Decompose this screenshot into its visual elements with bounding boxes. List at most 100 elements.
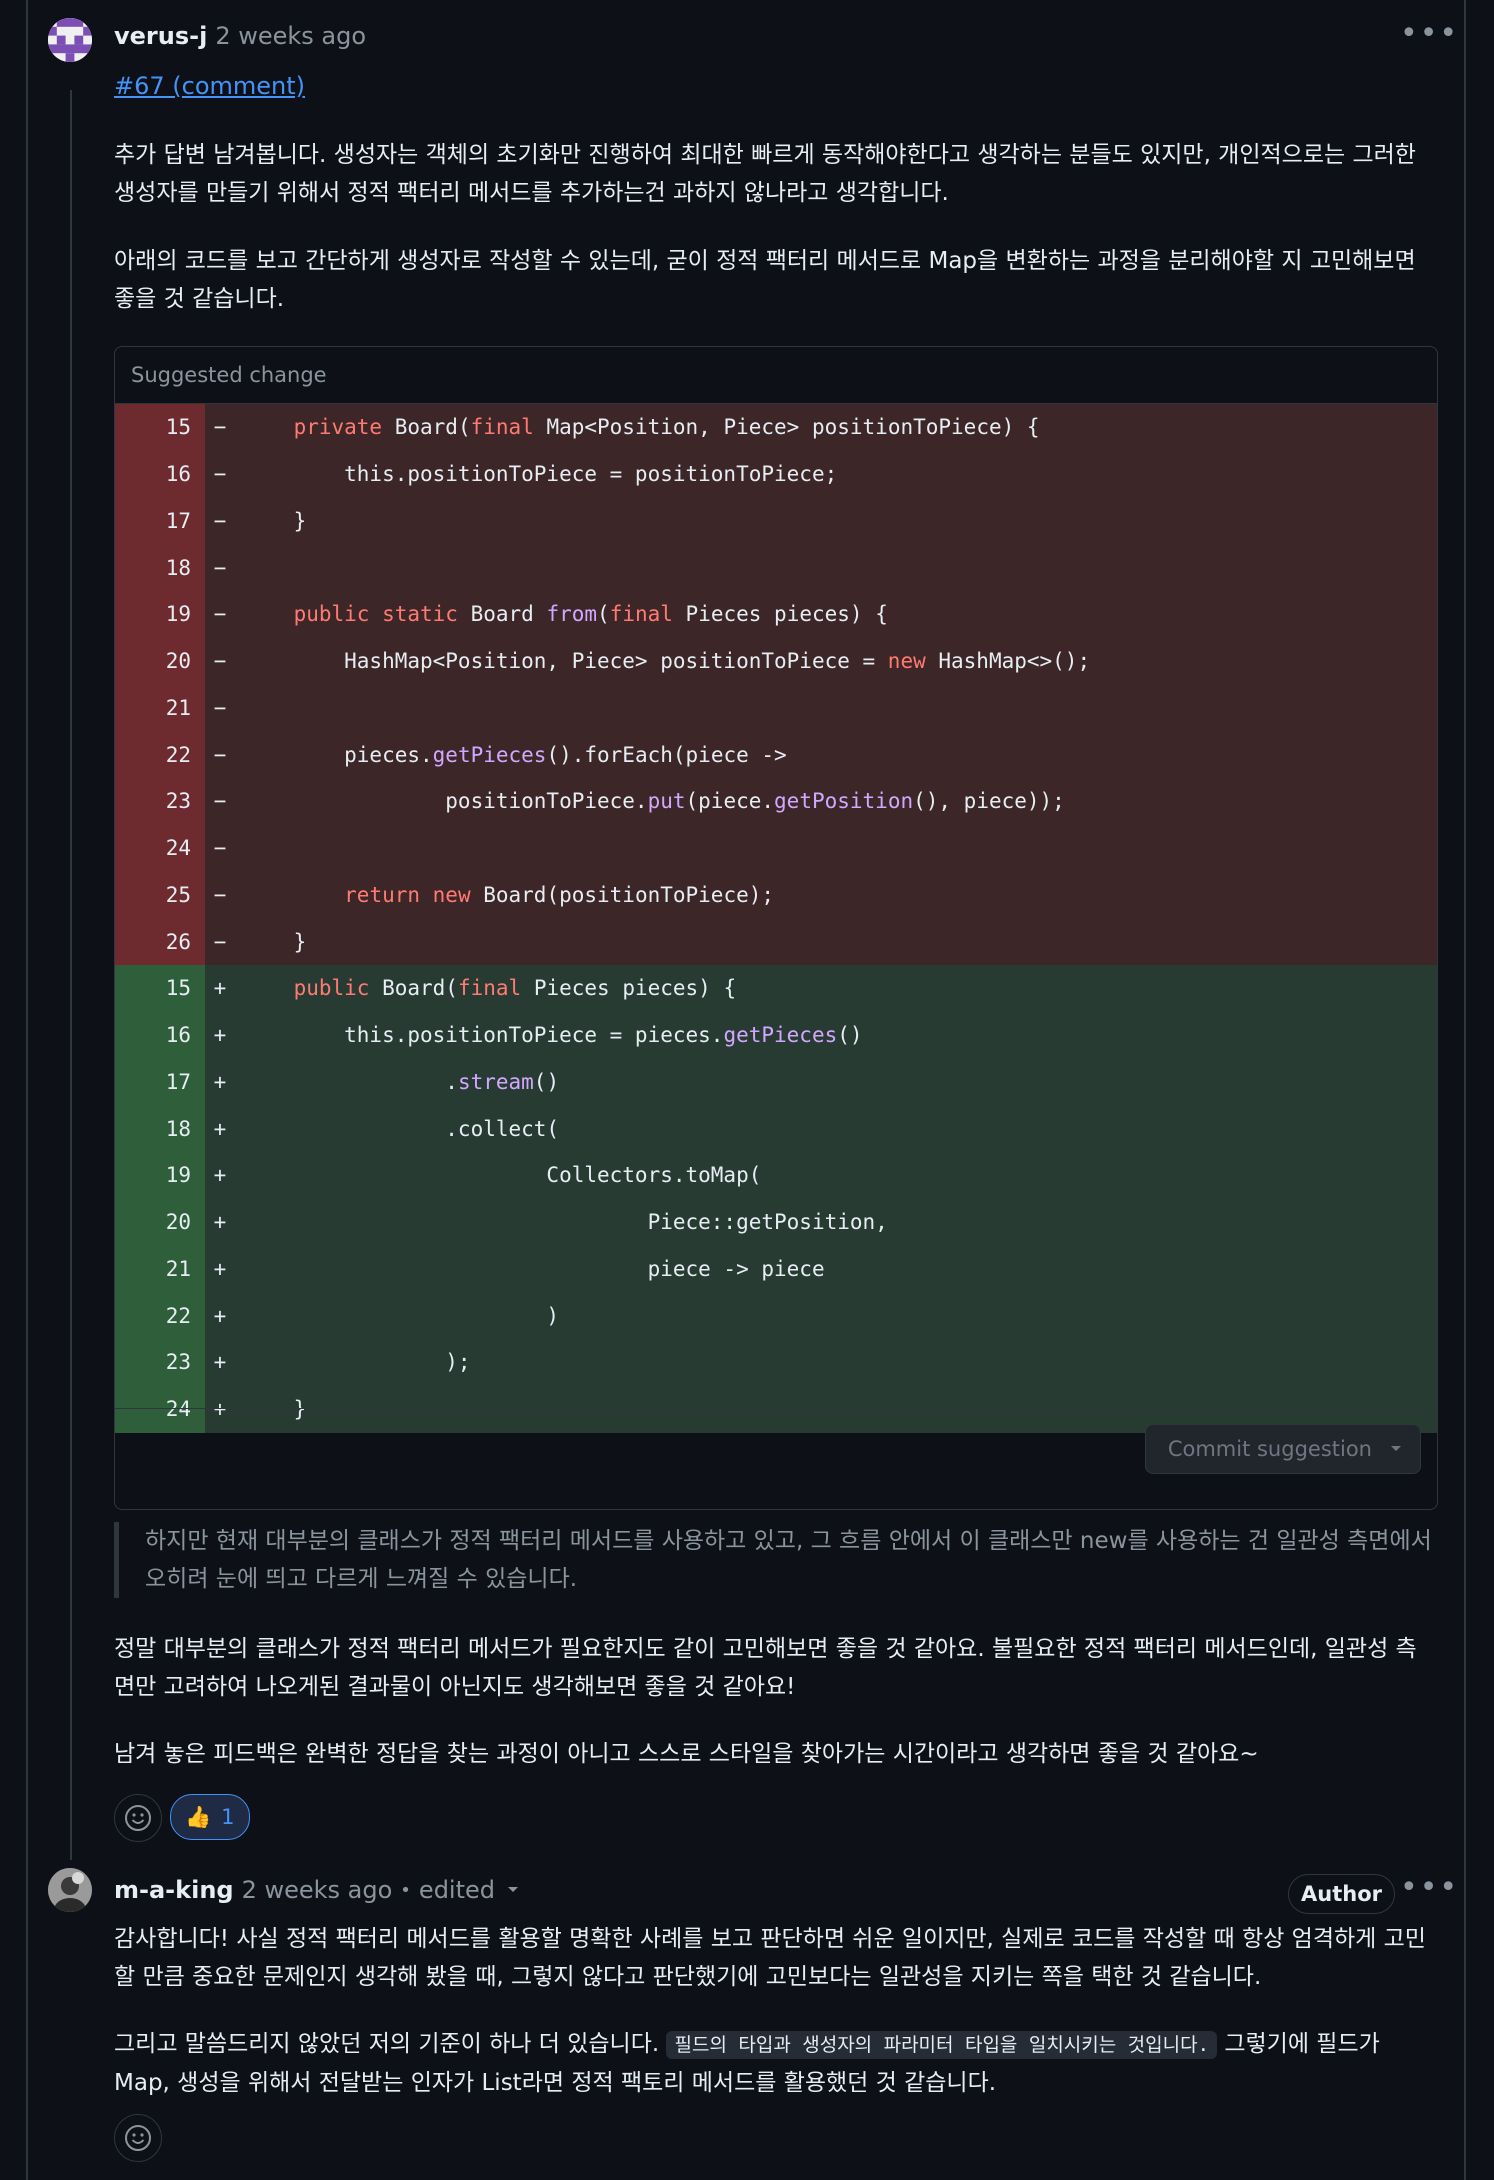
diff-sign: − — [213, 555, 227, 580]
diff-sign: − — [213, 742, 227, 767]
comment-paragraph: 감사합니다! 사실 정적 팩터리 메서드를 활용할 명확한 사례를 보고 판단하… — [114, 1926, 1426, 1990]
code-token: } — [243, 929, 307, 954]
separator-dot: • — [400, 1879, 411, 1901]
comment-paragraph: 아래의 코드를 보고 간단하게 생성자로 작성할 수 있는데, 굳이 정적 팩터… — [114, 248, 1416, 312]
inline-code: 필드의 타입과 생성자의 파라미터 타입을 일치시키는 것입니다. — [666, 2031, 1218, 2059]
line-number: 18 — [115, 1105, 205, 1152]
code-token: new — [887, 649, 939, 674]
line-number: 21 — [115, 1245, 205, 1293]
commit-bar: Commit suggestion — [115, 1408, 1437, 1509]
code-token: ); — [243, 1350, 471, 1375]
add-reaction-button[interactable] — [114, 2114, 162, 2162]
thumbs-up-reaction[interactable]: 👍 1 — [170, 1794, 250, 1840]
line-number: 19 — [115, 1152, 205, 1199]
code-text: this.positionToPiece = positionToPiece; — [235, 462, 837, 486]
kebab-icon[interactable]: ••• — [1400, 1870, 1459, 1905]
diff-line-removed: 25− return new Board(positionToPiece); — [115, 871, 1437, 919]
avatar-photo-icon — [48, 1868, 92, 1912]
code-token: .collect( — [243, 1116, 560, 1141]
line-number: 23 — [115, 778, 205, 825]
diff-line-added: 18 + .collect( — [115, 1105, 1437, 1152]
code-token: getPosition — [774, 789, 914, 814]
code-token: final — [470, 415, 547, 440]
caret-down-icon[interactable] — [507, 1886, 519, 1894]
code-text: ); — [235, 1350, 471, 1375]
code-token: Collectors.toMap( — [243, 1163, 762, 1188]
line-number: 22 — [115, 1292, 205, 1339]
commit-suggestion-label: Commit suggestion — [1167, 1437, 1372, 1461]
code-token: ( — [597, 602, 610, 627]
line-number: 24 — [115, 824, 205, 872]
edited-label[interactable]: edited — [419, 1876, 495, 1904]
line-number: 15 — [115, 404, 205, 451]
code-diff: 15− private Board(final Map<Position, Pi… — [115, 404, 1437, 1433]
diff-sign: + — [213, 1116, 227, 1141]
diff-line-added: 21 + piece -> piece — [115, 1245, 1437, 1293]
diff-sign: − — [213, 462, 227, 487]
diff-sign: + — [213, 1163, 227, 1188]
diff-sign: − — [213, 882, 227, 907]
diff-line-removed: 24− — [115, 824, 1437, 872]
line-number: 19 — [115, 591, 205, 638]
add-reaction-button[interactable] — [114, 1794, 162, 1842]
thread-line — [70, 90, 72, 1860]
line-number: 22 — [115, 731, 205, 778]
timestamp[interactable]: 2 weeks ago — [215, 22, 366, 50]
diff-sign: − — [213, 695, 227, 720]
comment-paragraph: 정말 대부분의 클래스가 정적 팩터리 메서드가 필요한지도 같이 고민해보면 … — [114, 1636, 1417, 1700]
thumbs-up-icon: 👍 — [185, 1804, 212, 1829]
code-text: pieces.getPieces().forEach(piece -> — [235, 743, 787, 767]
line-number: 16 — [115, 450, 205, 498]
code-token: public static — [293, 602, 471, 627]
avatar-verus-j[interactable] — [48, 18, 92, 62]
code-text: Collectors.toMap( — [235, 1163, 761, 1187]
commit-suggestion-button[interactable]: Commit suggestion — [1144, 1424, 1421, 1474]
diff-sign: + — [213, 1256, 227, 1281]
code-text: private Board(final Map<Position, Piece>… — [235, 415, 1040, 439]
diff-sign: + — [213, 976, 227, 1001]
author-name[interactable]: verus-j — [114, 22, 207, 50]
diff-line-added: 17 + .stream() — [115, 1058, 1437, 1106]
code-token: stream — [457, 1069, 534, 1094]
comment-paragraph: 추가 답변 남겨봅니다. 생성자는 객체의 초기화만 진행하여 최대한 빠르게 … — [114, 142, 1416, 206]
code-token: Map<Position, Piece> positionToPiece) { — [546, 415, 1040, 440]
diff-line-removed: 19− public static Board from(final Piece… — [115, 591, 1437, 638]
code-token: () — [533, 1069, 560, 1094]
comment-link[interactable]: #67 (comment) — [114, 72, 305, 100]
diff-sign: − — [213, 789, 227, 814]
code-text: ) — [235, 1304, 559, 1328]
diff-sign: − — [213, 649, 227, 674]
code-token: Pieces pieces) { — [533, 976, 737, 1001]
diff-sign: − — [213, 836, 227, 861]
timestamp[interactable]: 2 weeks ago — [242, 1876, 393, 1904]
paragraph-text: 그리고 말씀드리지 않았던 저의 기준이 하나 더 있습니다. — [114, 2031, 667, 2057]
kebab-icon[interactable]: ••• — [1400, 16, 1459, 51]
code-token: positionToPiece. — [243, 789, 648, 814]
diff-line-removed: 23− positionToPiece.put(piece.getPositio… — [115, 778, 1437, 825]
quote-block: 하지만 현재 대부분의 클래스가 정적 팩터리 메서드를 사용하고 있고, 그 … — [114, 1522, 1434, 1598]
diff-sign: − — [213, 929, 227, 954]
code-token: ) — [243, 1303, 560, 1328]
diff-line-removed: 26− } — [115, 918, 1437, 965]
diff-line-added: 16 + this.positionToPiece = pieces.getPie… — [115, 1011, 1437, 1059]
author-name[interactable]: m-a-king — [114, 1876, 234, 1904]
code-token: Piece::getPosition, — [243, 1210, 888, 1235]
diff-line-removed: 18− — [115, 544, 1437, 591]
code-text: piece -> piece — [235, 1257, 825, 1281]
code-text: public Board(final Pieces pieces) { — [235, 976, 737, 1001]
diff-sign: + — [213, 1210, 227, 1235]
code-token: this.positionToPiece = pieces. — [243, 1023, 724, 1048]
code-token: ().forEach(piece -> — [546, 742, 787, 767]
code-text: Piece::getPosition, — [235, 1210, 888, 1234]
code-token: () — [837, 1023, 863, 1048]
line-number: 17 — [115, 497, 205, 545]
code-token: return new — [344, 882, 484, 907]
comment-paragraph: 그리고 말씀드리지 않았던 저의 기준이 하나 더 있습니다. 필드의 타입과 … — [114, 2025, 1434, 2102]
reactions-bar: 👍 1 — [114, 1794, 250, 1842]
diff-line-removed: 21− — [115, 684, 1437, 732]
code-token: piece -> piece — [243, 1256, 825, 1281]
code-text: this.positionToPiece = pieces.getPieces(… — [235, 1023, 863, 1048]
code-text: HashMap<Position, Piece> positionToPiece… — [235, 649, 1090, 673]
avatar-m-a-king[interactable] — [48, 1868, 92, 1912]
